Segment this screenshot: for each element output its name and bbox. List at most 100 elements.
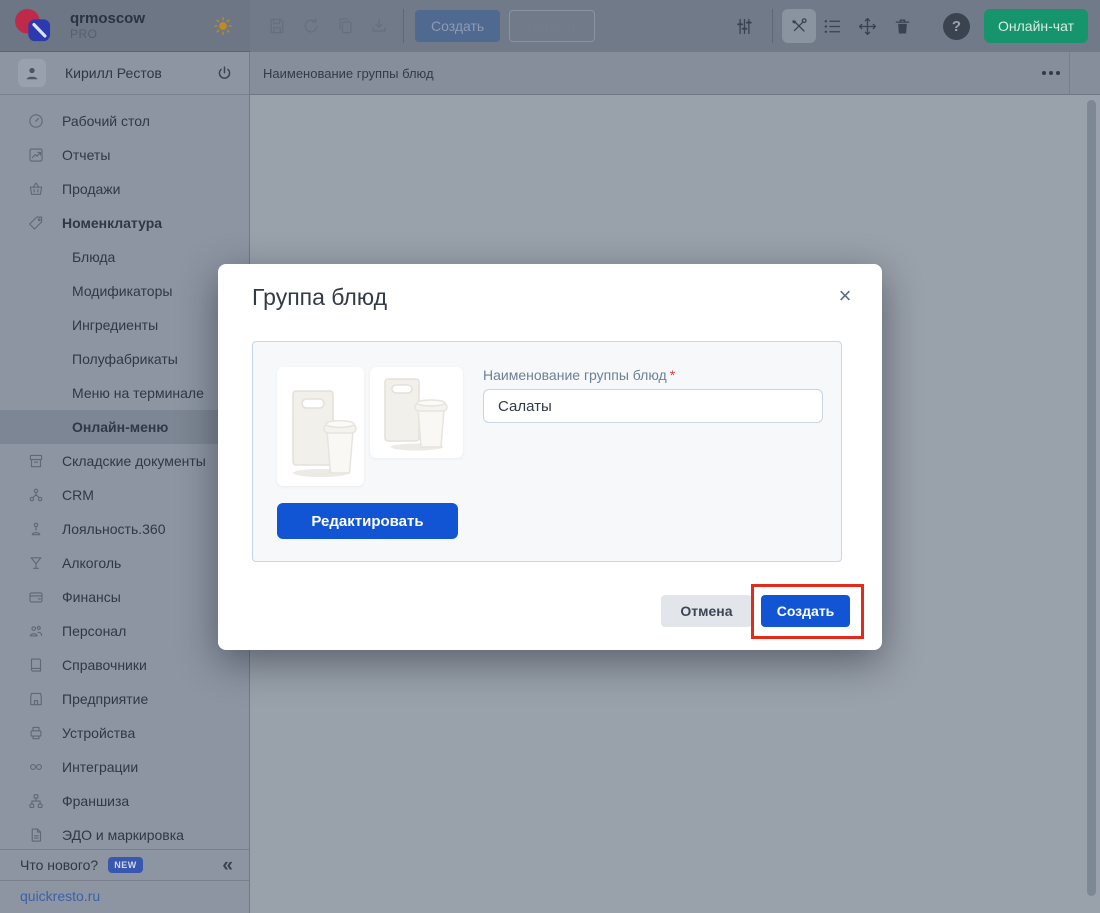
sidebar-item-desktop[interactable]: Рабочий стол [0, 104, 249, 138]
sidebar-footer: Что нового? NEW « quickresto.ru [0, 849, 249, 911]
sidebar-item-label: CRM [62, 487, 94, 503]
required-asterisk: * [670, 367, 675, 383]
loyalty-icon [27, 520, 45, 538]
printer-icon [27, 724, 45, 742]
toolbar-divider [772, 9, 773, 43]
sidebar-item-label: Блюда [72, 249, 115, 265]
user-name: Кирилл Рестов [65, 65, 162, 81]
alcohol-icon [27, 554, 45, 572]
sidebar-item-directories[interactable]: Справочники [0, 648, 249, 682]
sidebar-item-crm[interactable]: CRM [0, 478, 249, 512]
sidebar: Кирилл Рестов Рабочий стол Отчеты Продажи Н… [0, 52, 250, 913]
refresh-icon[interactable] [301, 16, 321, 36]
tools-toggle-active[interactable] [782, 9, 816, 43]
reports-icon [27, 146, 45, 164]
document-icon [27, 826, 45, 844]
sidebar-item-integrations[interactable]: Интеграции [0, 750, 249, 784]
collapse-chevrons-icon[interactable]: « [222, 856, 233, 875]
takeaway-bag-and-cup-image [277, 367, 364, 486]
sidebar-item-enterprise[interactable]: Предприятие [0, 682, 249, 716]
storefront-icon [27, 690, 45, 708]
sidebar-item-edo[interactable]: ЭДО и маркировка [0, 818, 249, 852]
vertical-scrollbar[interactable] [1087, 100, 1096, 896]
sidebar-item-finance[interactable]: Финансы [0, 580, 249, 614]
group-name-input[interactable] [483, 389, 823, 423]
move-icon[interactable] [857, 16, 878, 37]
sidebar-item-label: Онлайн-меню [72, 419, 168, 435]
edit-image-button[interactable]: Редактировать [277, 503, 458, 539]
sidebar-item-label: Финансы [62, 589, 121, 605]
online-chat-button[interactable]: Онлайн-чат [984, 9, 1088, 43]
create-button-toolbar[interactable]: Создать [415, 10, 500, 42]
field-label: Наименование группы блюд* [483, 367, 675, 383]
dish-group-modal: Группа блюд × Наименование [218, 264, 882, 650]
sidebar-item-label: Полуфабрикаты [72, 351, 178, 367]
sales-basket-icon [27, 180, 45, 198]
warehouse-icon [27, 452, 45, 470]
topbar: qrmoscow PRO Создать Удалить [0, 0, 1100, 52]
sidebar-item-franchise[interactable]: Франшиза [0, 784, 249, 818]
user-row[interactable]: Кирилл Рестов [0, 52, 249, 95]
table-header-label: Наименование группы блюд [263, 66, 434, 81]
sidebar-item-label: ЭДО и маркировка [62, 827, 184, 843]
sidebar-item-alcohol[interactable]: Алкоголь [0, 546, 249, 580]
dashboard-icon [27, 112, 45, 130]
person-icon [22, 63, 42, 83]
sidebar-item-label: Франшиза [62, 793, 129, 809]
sidebar-item-staff[interactable]: Персонал [0, 614, 249, 648]
list-view-icon[interactable] [822, 16, 843, 37]
sidebar-item-label: Персонал [62, 623, 126, 639]
delete-button-toolbar[interactable]: Удалить [509, 10, 594, 42]
sidebar-item-label: Складские документы [62, 453, 206, 469]
logout-power-icon[interactable] [215, 64, 234, 83]
sidebar-item-label: Продажи [62, 181, 120, 197]
help-icon[interactable]: ? [943, 13, 970, 40]
sidebar-item-sales[interactable]: Продажи [0, 172, 249, 206]
finance-icon [27, 588, 45, 606]
save-icon[interactable] [267, 16, 287, 36]
sidebar-item-label: Предприятие [62, 691, 148, 707]
sidebar-item-label: Номенклатура [62, 215, 162, 231]
sidebar-item-label: Справочники [62, 657, 147, 673]
whats-new-row[interactable]: Что нового? NEW « [0, 849, 249, 880]
toolbar-divider [403, 9, 404, 43]
download-icon[interactable] [369, 16, 389, 36]
sidebar-item-label: Интеграции [62, 759, 138, 775]
sidebar-item-reports[interactable]: Отчеты [0, 138, 249, 172]
sidebar-item-dishes[interactable]: Блюда [0, 240, 249, 274]
hierarchy-icon [27, 792, 45, 810]
sidebar-item-label: Рабочий стол [62, 113, 150, 129]
sidebar-item-ingredients[interactable]: Ингредиенты [0, 308, 249, 342]
quickresto-logo-icon [13, 8, 55, 44]
new-badge: NEW [108, 857, 143, 873]
user-avatar [18, 59, 46, 87]
sidebar-item-semifinished[interactable]: Полуфабрикаты [0, 342, 249, 376]
staff-icon [27, 622, 45, 640]
tools-icon [789, 16, 809, 36]
sidebar-item-online-menu[interactable]: Онлайн-меню [0, 410, 249, 444]
sidebar-nav: Рабочий стол Отчеты Продажи Номенклатура Блю… [0, 95, 249, 852]
copy-icon[interactable] [335, 16, 355, 36]
site-link[interactable]: quickresto.ru [20, 888, 100, 904]
infinity-icon [27, 758, 45, 776]
sidebar-item-loyalty[interactable]: Лояльность.360 [0, 512, 249, 546]
modal-title: Группа блюд [252, 284, 387, 311]
book-icon [27, 656, 45, 674]
cancel-button[interactable]: Отмена [661, 595, 752, 627]
table-header-row: Наименование группы блюд [250, 52, 1100, 95]
brand-name: qrmoscow [70, 10, 145, 27]
sidebar-item-nomenclature[interactable]: Номенклатура [0, 206, 249, 240]
sidebar-item-modifiers[interactable]: Модификаторы [0, 274, 249, 308]
trash-icon[interactable] [892, 16, 913, 37]
sidebar-item-terminal-menu[interactable]: Меню на терминале [0, 376, 249, 410]
close-icon[interactable]: × [834, 286, 856, 308]
brand-plan: PRO [70, 27, 145, 41]
sidebar-item-label: Ингредиенты [72, 317, 158, 333]
dots-menu-icon[interactable] [1042, 71, 1060, 75]
tag-icon [27, 214, 45, 232]
filter-sliders-icon[interactable] [734, 16, 755, 37]
theme-sun-icon[interactable] [212, 15, 234, 37]
sidebar-item-devices[interactable]: Устройства [0, 716, 249, 750]
create-button[interactable]: Создать [761, 595, 850, 627]
sidebar-item-warehouse-docs[interactable]: Складские документы [0, 444, 249, 478]
